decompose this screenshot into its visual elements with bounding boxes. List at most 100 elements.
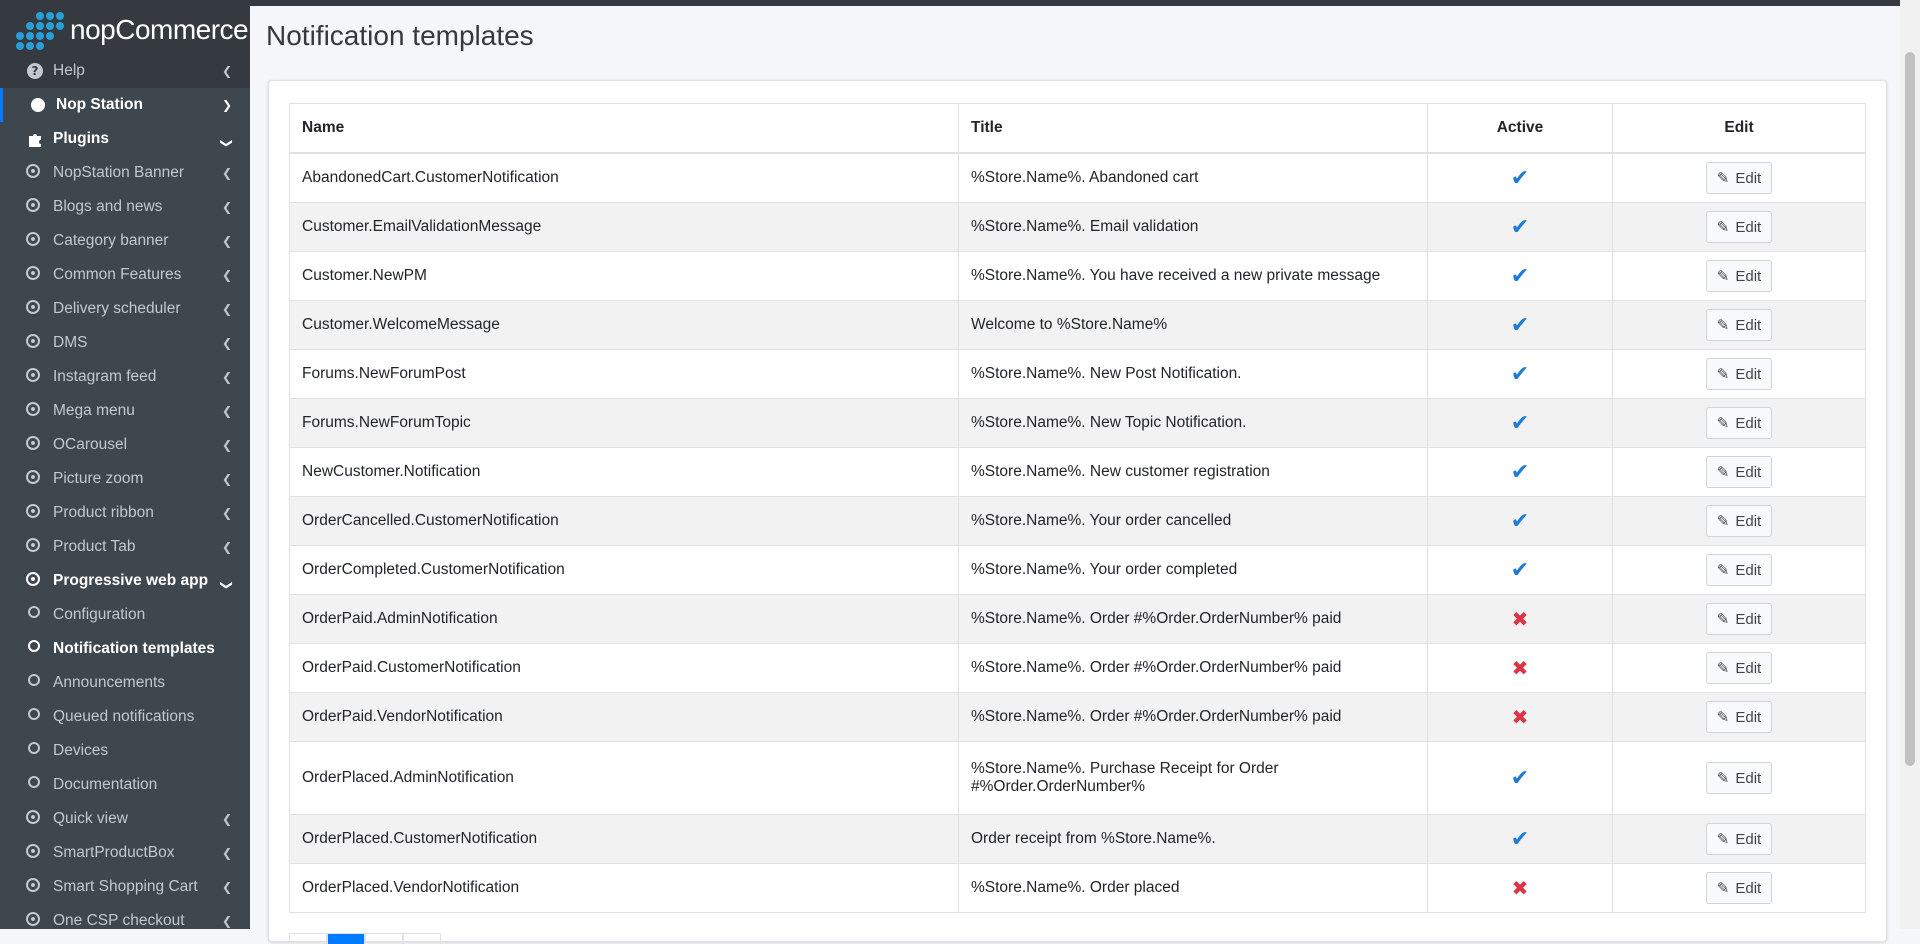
sidebar-item-instagram-feed[interactable]: Instagram feed ❮ — [0, 360, 250, 394]
sidebar-item-mega-menu[interactable]: Mega menu ❮ — [0, 394, 250, 428]
cell-edit: ✎ Edit — [1612, 300, 1866, 350]
cell-active: ✔ — [1427, 741, 1613, 815]
sidebar-item-devices[interactable]: Devices — [0, 734, 250, 768]
logo[interactable]: nopCommerce — [14, 8, 249, 52]
sidebar-item-help[interactable]: ? Help ❮ — [0, 54, 250, 88]
edit-button[interactable]: ✎ Edit — [1705, 872, 1773, 904]
edit-button[interactable]: ✎ Edit — [1705, 358, 1773, 390]
cross-icon: ✖ — [1511, 608, 1529, 631]
edit-button[interactable]: ✎ Edit — [1705, 456, 1773, 488]
cell-title: Order receipt from %Store.Name%. — [958, 814, 1428, 864]
check-icon: ✔ — [1510, 165, 1530, 190]
sidebar-item-blogs-and-news[interactable]: Blogs and news ❮ — [0, 190, 250, 224]
sidebar-item-nop-station[interactable]: Nop Station ❯ — [0, 88, 250, 122]
chevron-left-icon: ❮ — [221, 234, 232, 248]
sidebar-item-plugins[interactable]: Plugins ❯ — [0, 122, 250, 156]
cell-name: OrderPaid.VendorNotification — [289, 692, 959, 742]
pager-prev[interactable] — [289, 933, 327, 944]
dot-circle-icon — [26, 436, 44, 454]
edit-button[interactable]: ✎ Edit — [1705, 762, 1773, 794]
circle-icon — [28, 742, 46, 760]
sidebar-item-product-tab[interactable]: Product Tab ❮ — [0, 530, 250, 564]
cell-title: %Store.Name%. Order #%Order.OrderNumber%… — [958, 692, 1428, 742]
sidebar-item-ocarousel[interactable]: OCarousel ❮ — [0, 428, 250, 462]
pager-page[interactable] — [365, 933, 403, 944]
chevron-left-icon: ❮ — [221, 64, 232, 78]
page-scrollbar[interactable] — [1900, 0, 1920, 929]
cell-name: OrderCancelled.CustomerNotification — [289, 496, 959, 546]
sidebar-item-delivery-scheduler[interactable]: Delivery scheduler ❮ — [0, 292, 250, 326]
circle-icon — [28, 708, 46, 726]
pencil-icon: ✎ — [1716, 831, 1730, 848]
sidebar-item-common-features[interactable]: Common Features ❮ — [0, 258, 250, 292]
cell-name: NewCustomer.Notification — [289, 447, 959, 497]
check-icon: ✔ — [1510, 459, 1530, 484]
sidebar-item-one-csp-checkout[interactable]: One CSP checkout ❮ — [0, 904, 250, 929]
page-title: Notification templates — [266, 20, 534, 51]
sidebar-item-nopstation-banner[interactable]: NopStation Banner ❮ — [0, 156, 250, 190]
dot-circle-icon — [26, 402, 44, 420]
cell-edit: ✎ Edit — [1612, 692, 1866, 742]
column-header-title[interactable]: Title — [958, 103, 1428, 154]
chevron-left-icon: ❮ — [221, 438, 232, 452]
table-row: OrderPlaced.CustomerNotification Order re… — [289, 814, 1866, 864]
cell-title: %Store.Name%. Order #%Order.OrderNumber%… — [958, 643, 1428, 693]
sidebar-item-queued-notifications[interactable]: Queued notifications — [0, 700, 250, 734]
edit-button[interactable]: ✎ Edit — [1705, 162, 1773, 194]
table-header-row: Name Title Active Edit — [289, 103, 1866, 154]
column-header-name[interactable]: Name — [289, 103, 959, 154]
edit-button[interactable]: ✎ Edit — [1705, 652, 1773, 684]
edit-button[interactable]: ✎ Edit — [1705, 603, 1773, 635]
cell-edit: ✎ Edit — [1612, 545, 1866, 595]
cell-name: Customer.NewPM — [289, 251, 959, 301]
cell-title: %Store.Name%. You have received a new pr… — [958, 251, 1428, 301]
dot-circle-icon — [26, 572, 44, 590]
check-icon: ✔ — [1510, 765, 1530, 790]
sidebar-item-category-banner[interactable]: Category banner ❮ — [0, 224, 250, 258]
edit-button[interactable]: ✎ Edit — [1705, 823, 1773, 855]
edit-button[interactable]: ✎ Edit — [1705, 505, 1773, 537]
cell-name: Customer.EmailValidationMessage — [289, 202, 959, 252]
edit-button[interactable]: ✎ Edit — [1705, 701, 1773, 733]
edit-button[interactable]: ✎ Edit — [1705, 554, 1773, 586]
scrollbar-thumb[interactable] — [1905, 52, 1915, 766]
cell-active: ✔ — [1427, 814, 1613, 864]
edit-button[interactable]: ✎ Edit — [1705, 260, 1773, 292]
sidebar-item-documentation[interactable]: Documentation — [0, 768, 250, 802]
sidebar-item-product-ribbon[interactable]: Product ribbon ❮ — [0, 496, 250, 530]
sidebar-item-picture-zoom[interactable]: Picture zoom ❮ — [0, 462, 250, 496]
edit-button[interactable]: ✎ Edit — [1705, 211, 1773, 243]
dot-circle-icon — [26, 844, 44, 862]
cell-name: OrderPlaced.CustomerNotification — [289, 814, 959, 864]
cell-title: %Store.Name%. New Post Notification. — [958, 349, 1428, 399]
templates-table: Name Title Active Edit AbandonedCart.Cus… — [289, 103, 1866, 913]
sidebar-item-smart-shopping-cart[interactable]: Smart Shopping Cart ❮ — [0, 870, 250, 904]
sidebar-item-quick-view[interactable]: Quick view ❮ — [0, 802, 250, 836]
table-row: OrderPaid.AdminNotification %Store.Name%.… — [289, 594, 1866, 644]
cell-title: %Store.Name%. Order placed — [958, 863, 1428, 913]
sidebar-item-dms[interactable]: DMS ❮ — [0, 326, 250, 360]
sidebar-item-progressive-web-app[interactable]: Progressive web app ❯ — [0, 564, 250, 598]
pager-page[interactable] — [327, 933, 365, 944]
sidebar-item-announcements[interactable]: Announcements — [0, 666, 250, 700]
main-content: Notification templates Name Title Active… — [250, 6, 1900, 944]
pager-next[interactable] — [403, 933, 441, 944]
check-icon: ✔ — [1510, 410, 1530, 435]
edit-button[interactable]: ✎ Edit — [1705, 309, 1773, 341]
dot-circle-icon — [26, 538, 44, 556]
cell-title: %Store.Name%. Purchase Receipt for Order… — [958, 741, 1428, 815]
sidebar-item-notification-templates[interactable]: Notification templates — [0, 632, 250, 666]
table-row: OrderPaid.VendorNotification %Store.Name%… — [289, 692, 1866, 742]
dot-circle-icon — [26, 198, 44, 216]
sidebar-item-smartproductbox[interactable]: SmartProductBox ❮ — [0, 836, 250, 870]
table-row: Forums.NewForumTopic %Store.Name%. New To… — [289, 398, 1866, 448]
cell-active: ✔ — [1427, 398, 1613, 448]
column-header-active[interactable]: Active — [1427, 103, 1613, 154]
sidebar-item-configuration[interactable]: Configuration — [0, 598, 250, 632]
cell-name: OrderPlaced.AdminNotification — [289, 741, 959, 815]
cell-title: %Store.Name%. Your order cancelled — [958, 496, 1428, 546]
cell-name: AbandonedCart.CustomerNotification — [289, 152, 959, 203]
check-icon: ✔ — [1510, 361, 1530, 386]
pencil-icon: ✎ — [1716, 219, 1730, 236]
edit-button[interactable]: ✎ Edit — [1705, 407, 1773, 439]
